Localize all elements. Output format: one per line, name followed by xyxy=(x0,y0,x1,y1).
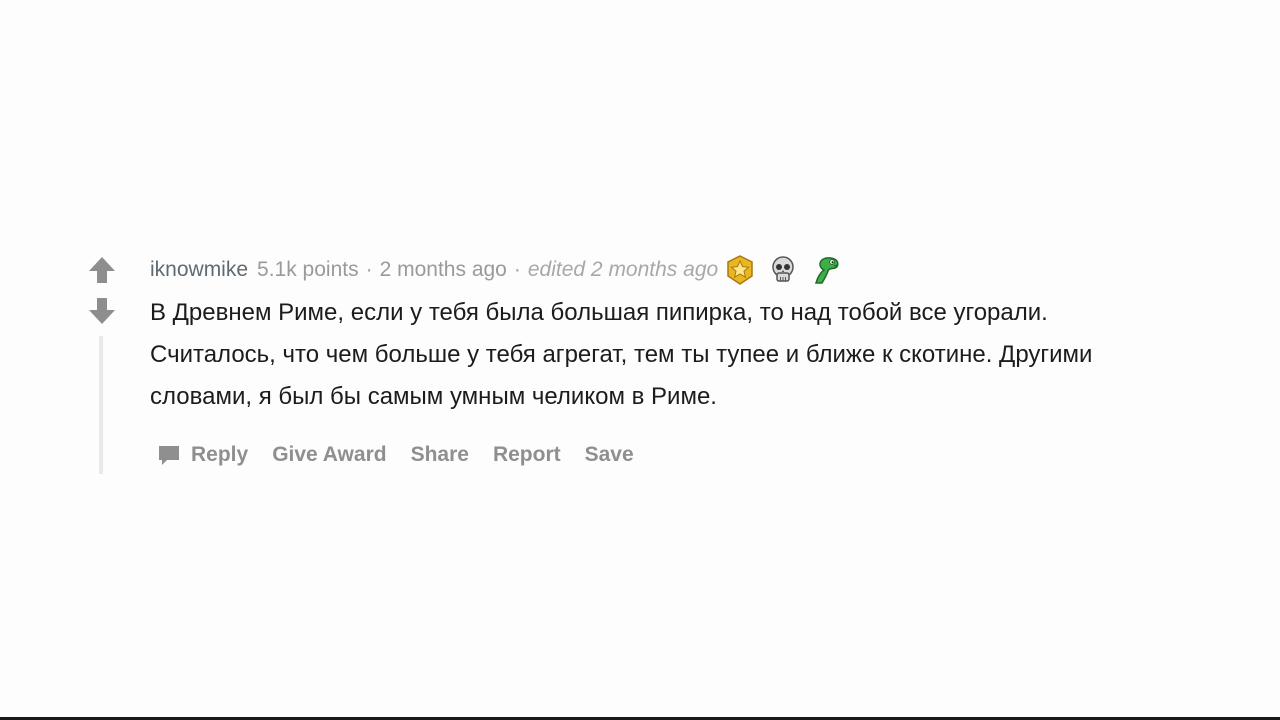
comment-author[interactable]: iknowmike xyxy=(150,258,248,282)
upvote-arrow-icon[interactable] xyxy=(86,254,118,286)
comment-points: 5.1k points xyxy=(257,258,359,281)
share-button[interactable]: Share xyxy=(411,443,469,467)
meta-separator: · xyxy=(513,258,521,281)
comment-text: В Древнем Риме, если у тебя была большая… xyxy=(150,299,1093,410)
vote-column xyxy=(84,248,120,478)
reply-button[interactable]: Reply xyxy=(156,442,248,468)
report-button[interactable]: Report xyxy=(493,443,561,467)
gold-star-award-icon[interactable] xyxy=(724,254,756,286)
thread-collapse-line[interactable] xyxy=(99,336,103,474)
downvote-arrow-icon[interactable] xyxy=(86,295,118,327)
comment-actions: Reply Give Award Share Report Save xyxy=(156,438,634,472)
save-button[interactable]: Save xyxy=(585,443,634,467)
edited-timestamp: edited 2 months ago xyxy=(527,258,719,281)
reply-label: Reply xyxy=(191,443,249,466)
give-award-button[interactable]: Give Award xyxy=(272,443,386,467)
speech-bubble-icon xyxy=(159,446,179,465)
comment: iknowmike 5.1k points · 2 months ago · e… xyxy=(84,248,1194,478)
comment-time: 2 months ago xyxy=(379,258,507,281)
comment-meta: iknowmike 5.1k points · 2 months ago · e… xyxy=(150,254,853,286)
meta-separator: · xyxy=(365,258,373,281)
comment-body: В Древнем Риме, если у тебя была большая… xyxy=(150,292,1160,418)
awards-list xyxy=(724,254,853,286)
green-creature-award-icon[interactable] xyxy=(810,254,842,286)
skull-award-icon[interactable] xyxy=(767,254,799,286)
